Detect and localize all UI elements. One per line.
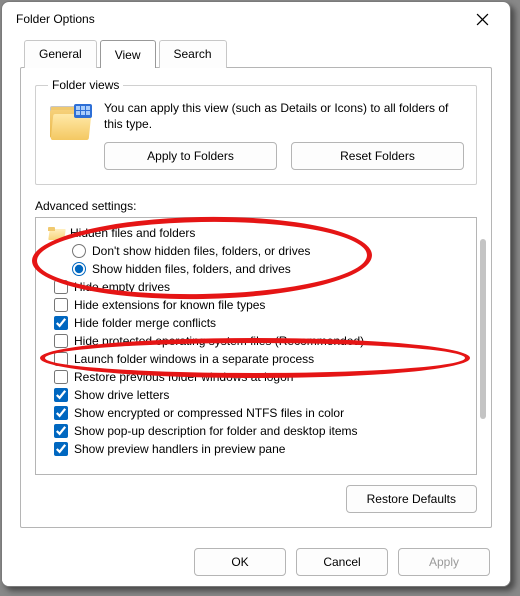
option-hide-merge-conflicts-label: Hide folder merge conflicts (74, 316, 216, 330)
checkbox-hide-extensions[interactable] (54, 298, 68, 312)
option-launch-separate-process-label: Launch folder windows in a separate proc… (74, 352, 314, 366)
option-show-popup-description-label: Show pop-up description for folder and d… (74, 424, 358, 438)
window-title: Folder Options (16, 12, 95, 26)
option-restore-previous-windows[interactable]: Restore previous folder windows at logon (54, 368, 472, 386)
option-dont-show-hidden[interactable]: Don't show hidden files, folders, or dri… (72, 242, 472, 260)
option-hide-extensions-label: Hide extensions for known file types (74, 298, 265, 312)
titlebar: Folder Options (2, 2, 510, 36)
option-restore-previous-windows-label: Restore previous folder windows at logon (74, 370, 293, 384)
option-show-drive-letters-label: Show drive letters (74, 388, 169, 402)
option-show-hidden[interactable]: Show hidden files, folders, and drives (72, 260, 472, 278)
folder-open-icon (48, 227, 64, 240)
checkbox-show-preview-handlers[interactable] (54, 442, 68, 456)
radio-dont-show-hidden[interactable] (72, 244, 86, 258)
option-show-preview-handlers[interactable]: Show preview handlers in preview pane (54, 440, 472, 458)
dialog-content: General View Search Folder views You can… (2, 36, 510, 528)
checkbox-show-encrypted-color[interactable] (54, 406, 68, 420)
option-hide-merge-conflicts[interactable]: Hide folder merge conflicts (54, 314, 472, 332)
close-button[interactable] (464, 5, 500, 33)
tab-panel-view: Folder views You can apply this view (su… (20, 67, 492, 528)
option-hide-protected-os-files[interactable]: Hide protected operating system files (R… (54, 332, 472, 350)
apply-button[interactable]: Apply (398, 548, 490, 576)
folder-views-group: Folder views You can apply this view (su… (35, 78, 477, 185)
option-hide-empty-drives[interactable]: Hide empty drives (54, 278, 472, 296)
apply-to-folders-button[interactable]: Apply to Folders (104, 142, 277, 170)
option-show-encrypted-color[interactable]: Show encrypted or compressed NTFS files … (54, 404, 472, 422)
checkbox-hide-protected-os-files[interactable] (54, 334, 68, 348)
option-show-preview-handlers-label: Show preview handlers in preview pane (74, 442, 285, 456)
ok-button[interactable]: OK (194, 548, 286, 576)
folder-icon (48, 104, 92, 142)
option-hide-extensions[interactable]: Hide extensions for known file types (54, 296, 472, 314)
radio-show-hidden[interactable] (72, 262, 86, 276)
option-launch-separate-process[interactable]: Launch folder windows in a separate proc… (54, 350, 472, 368)
option-show-encrypted-color-label: Show encrypted or compressed NTFS files … (74, 406, 344, 420)
tab-bar: General View Search (20, 40, 492, 68)
dialog-footer: OK Cancel Apply (2, 538, 510, 586)
advanced-settings-list[interactable]: Hidden files and folders Don't show hidd… (35, 217, 477, 475)
checkbox-restore-previous-windows[interactable] (54, 370, 68, 384)
checkbox-launch-separate-process[interactable] (54, 352, 68, 366)
tab-search[interactable]: Search (159, 40, 227, 68)
checkbox-show-drive-letters[interactable] (54, 388, 68, 402)
folder-views-legend: Folder views (48, 78, 123, 92)
folder-views-description: You can apply this view (such as Details… (104, 100, 464, 132)
group-hidden-files: Hidden files and folders (48, 224, 472, 242)
group-hidden-files-label: Hidden files and folders (70, 226, 195, 240)
checkbox-hide-empty-drives[interactable] (54, 280, 68, 294)
details-view-badge-icon (74, 104, 92, 118)
option-show-popup-description[interactable]: Show pop-up description for folder and d… (54, 422, 472, 440)
checkbox-show-popup-description[interactable] (54, 424, 68, 438)
reset-folders-button[interactable]: Reset Folders (291, 142, 464, 170)
tab-view[interactable]: View (100, 40, 156, 68)
close-icon (476, 13, 489, 26)
option-hide-protected-os-files-label: Hide protected operating system files (R… (74, 334, 364, 348)
advanced-scrollbar[interactable] (480, 239, 486, 419)
folder-options-dialog: Folder Options General View Search Folde… (1, 1, 511, 587)
option-show-drive-letters[interactable]: Show drive letters (54, 386, 472, 404)
option-show-hidden-label: Show hidden files, folders, and drives (92, 262, 291, 276)
advanced-settings-label: Advanced settings: (35, 199, 477, 213)
option-hide-empty-drives-label: Hide empty drives (74, 280, 170, 294)
restore-defaults-button[interactable]: Restore Defaults (346, 485, 477, 513)
tab-general[interactable]: General (24, 40, 97, 68)
cancel-button[interactable]: Cancel (296, 548, 388, 576)
checkbox-hide-merge-conflicts[interactable] (54, 316, 68, 330)
option-dont-show-hidden-label: Don't show hidden files, folders, or dri… (92, 244, 310, 258)
